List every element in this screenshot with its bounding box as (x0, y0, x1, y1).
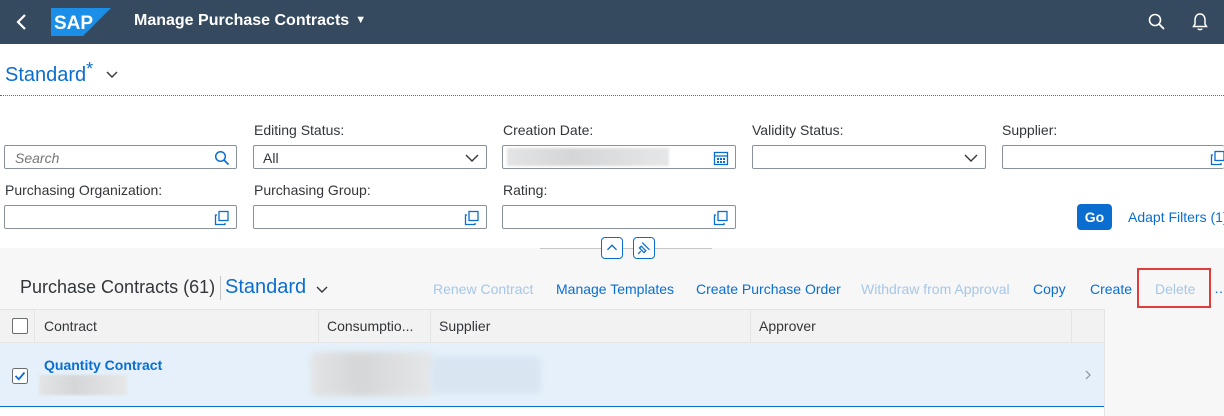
column-separator (318, 310, 319, 343)
chevron-down-icon[interactable] (104, 66, 120, 82)
search-placeholder: Search (15, 150, 60, 166)
value-help-icon[interactable] (713, 210, 729, 226)
search-icon[interactable] (1147, 12, 1167, 32)
app-title: Manage Purchase Contracts (134, 12, 350, 29)
column-header-contract[interactable]: Contract (44, 318, 97, 334)
title-separator (220, 276, 221, 300)
bell-icon[interactable] (1190, 12, 1210, 32)
header-divider (0, 95, 1224, 96)
table-right-pane (1104, 309, 1224, 416)
validity-status-select[interactable] (752, 145, 986, 169)
rating-field[interactable] (502, 205, 736, 229)
supplier-label: Supplier: (1002, 122, 1058, 138)
go-button[interactable]: Go (1077, 204, 1112, 230)
purchasing-group-label: Purchasing Group: (254, 182, 371, 198)
redacted-date-value (507, 148, 669, 166)
value-help-icon[interactable] (214, 210, 230, 226)
contract-link[interactable]: Quantity Contract (44, 357, 162, 373)
table-title: Purchase Contracts (61) (20, 277, 216, 297)
creation-date-label: Creation Date: (503, 122, 594, 138)
chevron-down-icon[interactable] (963, 150, 979, 166)
table-bottom (0, 407, 1104, 416)
search-input[interactable]: Search (4, 145, 237, 169)
variant-modified-marker: * (86, 59, 94, 79)
select-all-checkbox[interactable] (12, 318, 28, 334)
variant-selector[interactable]: Standard* (5, 59, 93, 87)
table-header (0, 309, 1224, 343)
row-navigation-chevron-right-icon[interactable] (1082, 368, 1094, 382)
purchasing-organization-label: Purchasing Organization: (5, 182, 163, 198)
create-purchase-order-button[interactable]: Create Purchase Order (696, 281, 841, 297)
chevron-down-icon[interactable] (314, 281, 330, 297)
value-help-icon[interactable] (1210, 150, 1224, 166)
copy-button[interactable]: Copy (1033, 281, 1066, 297)
delete-highlight-box (1137, 268, 1211, 308)
purchasing-organization-field[interactable] (4, 205, 237, 229)
table-variant-selector[interactable]: Standard (225, 276, 306, 299)
renew-contract-button[interactable]: Renew Contract (433, 281, 533, 297)
value-help-icon[interactable] (464, 210, 480, 226)
redacted-contract-id (39, 375, 127, 395)
search-icon[interactable] (214, 150, 230, 166)
adapt-filters-button[interactable]: Adapt Filters (1) (1128, 209, 1224, 225)
table-row[interactable] (0, 343, 1104, 407)
column-header-consumption[interactable]: Consumptio... (327, 318, 413, 334)
create-button[interactable]: Create (1090, 281, 1132, 297)
collapse-bar-line (540, 248, 712, 249)
pin-header-pin-icon[interactable] (633, 237, 655, 259)
overflow-button[interactable]: … (1214, 280, 1224, 296)
creation-date-field[interactable] (502, 145, 736, 169)
collapse-header-chevron-up-icon[interactable] (601, 237, 623, 259)
column-header-supplier[interactable]: Supplier (439, 318, 490, 334)
app-title-menu[interactable]: Manage Purchase Contracts ▼ (134, 12, 366, 30)
column-header-approver[interactable]: Approver (759, 318, 816, 334)
purchasing-group-field[interactable] (253, 205, 487, 229)
sap-logo-text: SAP (54, 13, 93, 34)
redacted-consumption (311, 352, 433, 396)
manage-templates-button[interactable]: Manage Templates (556, 281, 674, 297)
validity-status-label: Validity Status: (752, 122, 844, 138)
chevron-down-icon[interactable] (464, 150, 480, 166)
row-checkbox-checked[interactable] (12, 368, 28, 384)
back-chevron-left-icon[interactable] (10, 10, 34, 34)
editing-status-select[interactable]: All (253, 145, 487, 169)
column-separator (750, 310, 751, 343)
supplier-field[interactable] (1002, 145, 1224, 169)
editing-status-value: All (263, 150, 279, 166)
rating-label: Rating: (503, 182, 548, 198)
caret-down-icon: ▼ (355, 14, 367, 26)
calendar-icon[interactable] (713, 150, 729, 166)
variant-name: Standard (5, 64, 87, 86)
sap-logo[interactable]: SAP (51, 8, 111, 36)
column-separator (34, 310, 35, 343)
withdraw-from-approval-button[interactable]: Withdraw from Approval (861, 281, 1010, 297)
redacted-supplier (431, 356, 541, 394)
column-separator (1071, 310, 1072, 343)
editing-status-label: Editing Status: (254, 122, 345, 138)
column-separator (430, 310, 431, 343)
